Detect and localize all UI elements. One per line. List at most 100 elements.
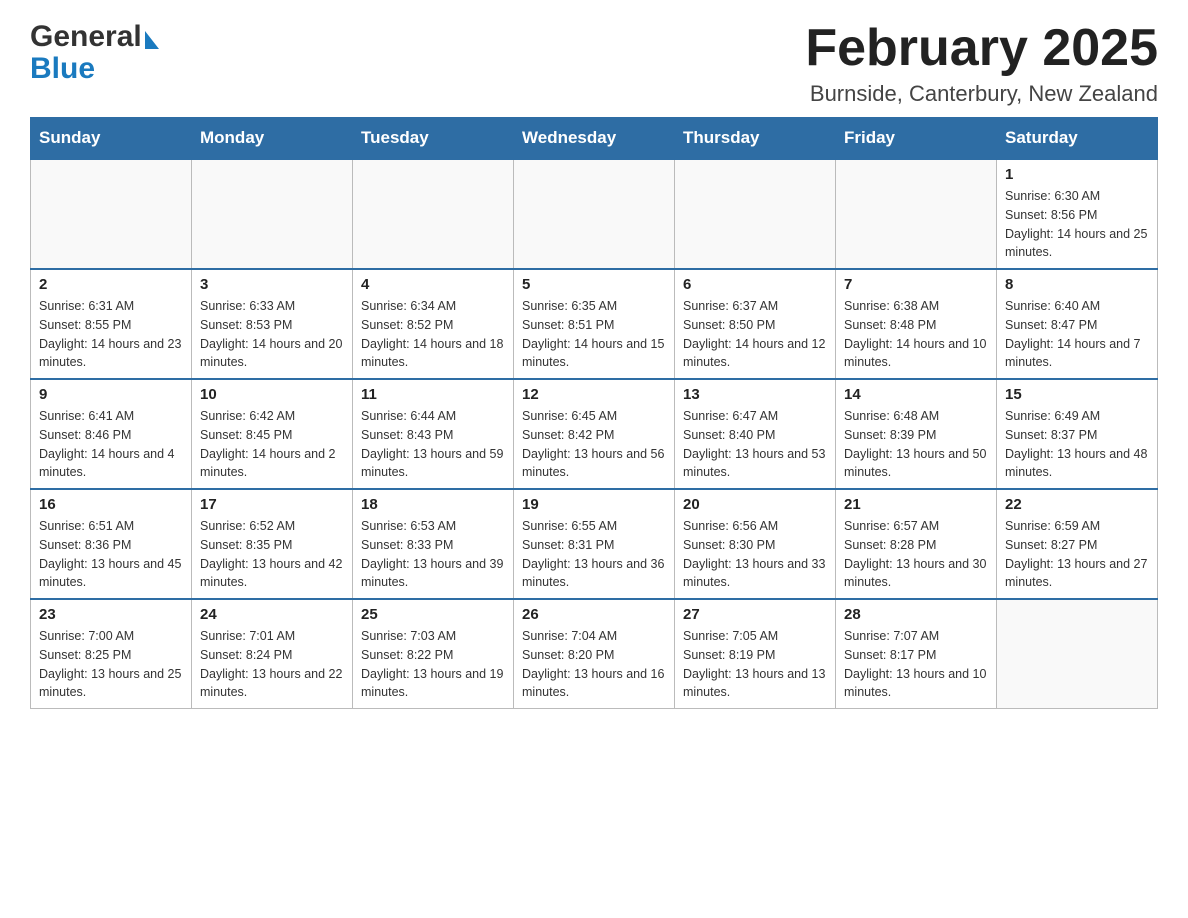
day-info: Sunrise: 6:41 AMSunset: 8:46 PMDaylight:… [39, 407, 183, 482]
daylight-text: Daylight: 13 hours and 30 minutes. [844, 555, 988, 593]
day-number: 25 [361, 606, 505, 623]
sunset-text: Sunset: 8:25 PM [39, 646, 183, 665]
sunrise-text: Sunrise: 6:31 AM [39, 297, 183, 316]
daylight-text: Daylight: 13 hours and 45 minutes. [39, 555, 183, 593]
sunrise-text: Sunrise: 6:33 AM [200, 297, 344, 316]
calendar-week-row: 16Sunrise: 6:51 AMSunset: 8:36 PMDayligh… [31, 489, 1158, 599]
day-info: Sunrise: 7:00 AMSunset: 8:25 PMDaylight:… [39, 627, 183, 702]
daylight-text: Daylight: 13 hours and 27 minutes. [1005, 555, 1149, 593]
day-info: Sunrise: 6:31 AMSunset: 8:55 PMDaylight:… [39, 297, 183, 372]
day-info: Sunrise: 6:53 AMSunset: 8:33 PMDaylight:… [361, 517, 505, 592]
sunset-text: Sunset: 8:24 PM [200, 646, 344, 665]
sunset-text: Sunset: 8:19 PM [683, 646, 827, 665]
sunset-text: Sunset: 8:30 PM [683, 536, 827, 555]
sunrise-text: Sunrise: 7:05 AM [683, 627, 827, 646]
daylight-text: Daylight: 13 hours and 56 minutes. [522, 445, 666, 483]
calendar-week-row: 2Sunrise: 6:31 AMSunset: 8:55 PMDaylight… [31, 269, 1158, 379]
day-number: 3 [200, 276, 344, 293]
daylight-text: Daylight: 14 hours and 20 minutes. [200, 335, 344, 373]
sunrise-text: Sunrise: 6:53 AM [361, 517, 505, 536]
day-number: 27 [683, 606, 827, 623]
sunset-text: Sunset: 8:31 PM [522, 536, 666, 555]
calendar-day-cell: 17Sunrise: 6:52 AMSunset: 8:35 PMDayligh… [192, 489, 353, 599]
header-friday: Friday [836, 118, 997, 160]
daylight-text: Daylight: 13 hours and 42 minutes. [200, 555, 344, 593]
sunrise-text: Sunrise: 6:59 AM [1005, 517, 1149, 536]
day-info: Sunrise: 6:30 AMSunset: 8:56 PMDaylight:… [1005, 187, 1149, 262]
calendar-day-cell [514, 159, 675, 269]
sunset-text: Sunset: 8:33 PM [361, 536, 505, 555]
calendar-day-cell: 13Sunrise: 6:47 AMSunset: 8:40 PMDayligh… [675, 379, 836, 489]
daylight-text: Daylight: 13 hours and 25 minutes. [39, 665, 183, 703]
day-info: Sunrise: 6:42 AMSunset: 8:45 PMDaylight:… [200, 407, 344, 482]
sunrise-text: Sunrise: 6:57 AM [844, 517, 988, 536]
day-number: 15 [1005, 386, 1149, 403]
day-info: Sunrise: 7:04 AMSunset: 8:20 PMDaylight:… [522, 627, 666, 702]
sunrise-text: Sunrise: 6:45 AM [522, 407, 666, 426]
sunset-text: Sunset: 8:39 PM [844, 426, 988, 445]
calendar-day-cell: 16Sunrise: 6:51 AMSunset: 8:36 PMDayligh… [31, 489, 192, 599]
logo-triangle-icon [145, 31, 159, 49]
calendar-day-cell [997, 599, 1158, 709]
logo: General Blue [30, 20, 159, 84]
sunrise-text: Sunrise: 6:38 AM [844, 297, 988, 316]
day-number: 23 [39, 606, 183, 623]
day-info: Sunrise: 6:35 AMSunset: 8:51 PMDaylight:… [522, 297, 666, 372]
day-info: Sunrise: 6:44 AMSunset: 8:43 PMDaylight:… [361, 407, 505, 482]
sunset-text: Sunset: 8:27 PM [1005, 536, 1149, 555]
calendar-day-cell: 22Sunrise: 6:59 AMSunset: 8:27 PMDayligh… [997, 489, 1158, 599]
sunset-text: Sunset: 8:42 PM [522, 426, 666, 445]
month-title: February 2025 [805, 20, 1158, 77]
calendar-day-cell: 14Sunrise: 6:48 AMSunset: 8:39 PMDayligh… [836, 379, 997, 489]
day-info: Sunrise: 7:05 AMSunset: 8:19 PMDaylight:… [683, 627, 827, 702]
day-info: Sunrise: 7:03 AMSunset: 8:22 PMDaylight:… [361, 627, 505, 702]
calendar-day-cell: 12Sunrise: 6:45 AMSunset: 8:42 PMDayligh… [514, 379, 675, 489]
calendar-day-cell: 19Sunrise: 6:55 AMSunset: 8:31 PMDayligh… [514, 489, 675, 599]
day-info: Sunrise: 7:01 AMSunset: 8:24 PMDaylight:… [200, 627, 344, 702]
day-number: 24 [200, 606, 344, 623]
daylight-text: Daylight: 13 hours and 33 minutes. [683, 555, 827, 593]
day-info: Sunrise: 6:37 AMSunset: 8:50 PMDaylight:… [683, 297, 827, 372]
day-info: Sunrise: 6:56 AMSunset: 8:30 PMDaylight:… [683, 517, 827, 592]
calendar-day-cell: 8Sunrise: 6:40 AMSunset: 8:47 PMDaylight… [997, 269, 1158, 379]
calendar-day-cell: 20Sunrise: 6:56 AMSunset: 8:30 PMDayligh… [675, 489, 836, 599]
day-info: Sunrise: 6:49 AMSunset: 8:37 PMDaylight:… [1005, 407, 1149, 482]
calendar-day-cell: 11Sunrise: 6:44 AMSunset: 8:43 PMDayligh… [353, 379, 514, 489]
calendar-day-cell: 26Sunrise: 7:04 AMSunset: 8:20 PMDayligh… [514, 599, 675, 709]
sunrise-text: Sunrise: 6:56 AM [683, 517, 827, 536]
daylight-text: Daylight: 14 hours and 2 minutes. [200, 445, 344, 483]
day-number: 16 [39, 496, 183, 513]
day-info: Sunrise: 7:07 AMSunset: 8:17 PMDaylight:… [844, 627, 988, 702]
sunrise-text: Sunrise: 7:07 AM [844, 627, 988, 646]
calendar-day-cell: 24 Sunrise: 7:01 AMSunset: 8:24 PMDayligh… [192, 599, 353, 709]
day-number: 18 [361, 496, 505, 513]
sunrise-text: Sunrise: 6:37 AM [683, 297, 827, 316]
calendar-day-cell: 2Sunrise: 6:31 AMSunset: 8:55 PMDaylight… [31, 269, 192, 379]
day-number: 17 [200, 496, 344, 513]
sunset-text: Sunset: 8:22 PM [361, 646, 505, 665]
sunset-text: Sunset: 8:53 PM [200, 316, 344, 335]
sunrise-text: Sunrise: 6:52 AM [200, 517, 344, 536]
calendar-day-cell [192, 159, 353, 269]
calendar-day-cell: 15 Sunrise: 6:49 AMSunset: 8:37 PMDayligh… [997, 379, 1158, 489]
daylight-text: Daylight: 14 hours and 4 minutes. [39, 445, 183, 483]
sunset-text: Sunset: 8:28 PM [844, 536, 988, 555]
sunrise-text: Sunrise: 6:34 AM [361, 297, 505, 316]
daylight-text: Daylight: 13 hours and 13 minutes. [683, 665, 827, 703]
logo-general-text: General [30, 20, 142, 54]
daylight-text: Daylight: 14 hours and 10 minutes. [844, 335, 988, 373]
sunrise-text: Sunrise: 6:41 AM [39, 407, 183, 426]
day-number: 28 [844, 606, 988, 623]
day-number: 4 [361, 276, 505, 293]
header-wednesday: Wednesday [514, 118, 675, 160]
daylight-text: Daylight: 13 hours and 50 minutes. [844, 445, 988, 483]
calendar-day-cell: 18 Sunrise: 6:53 AMSunset: 8:33 PMDayligh… [353, 489, 514, 599]
day-number: 7 [844, 276, 988, 293]
daylight-text: Daylight: 14 hours and 12 minutes. [683, 335, 827, 373]
calendar-day-cell: 5Sunrise: 6:35 AMSunset: 8:51 PMDaylight… [514, 269, 675, 379]
day-number: 9 [39, 386, 183, 403]
header-sunday: Sunday [31, 118, 192, 160]
calendar-day-cell: 23 Sunrise: 7:00 AMSunset: 8:25 PMDayligh… [31, 599, 192, 709]
day-info: Sunrise: 6:57 AMSunset: 8:28 PMDaylight:… [844, 517, 988, 592]
calendar-day-cell [675, 159, 836, 269]
